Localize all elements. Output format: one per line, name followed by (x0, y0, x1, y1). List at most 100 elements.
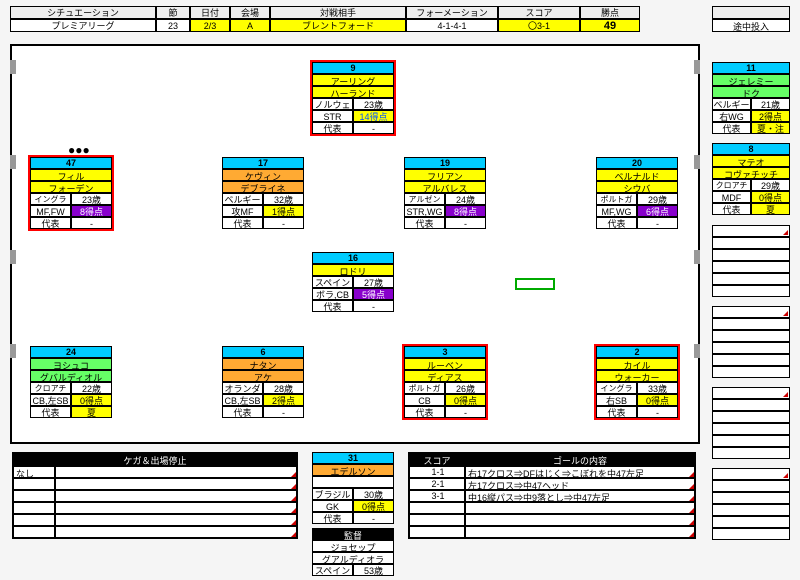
player-pos: 右WG (712, 110, 751, 122)
player-card-24[interactable]: 24 ヨシュコ グバルディオル クロアチア22歳 CB,左SB0得点 代表夏 (30, 346, 112, 418)
player-number: 11 (712, 62, 790, 74)
manager-name2: グアルディオラ (312, 552, 394, 564)
player-pos: STR (312, 110, 353, 122)
player-name1: アーリング (312, 74, 394, 86)
player-number: 17 (222, 157, 304, 169)
player-pos: CB,左SB (30, 394, 71, 406)
pitch-marker (694, 344, 700, 358)
player-number: 16 (312, 252, 394, 264)
goal-desc: 中16縦パス⇒中9落とし⇒中47左足 (465, 490, 695, 502)
player-nat: ブラジル (312, 488, 353, 500)
hval-venue: A (230, 19, 270, 32)
player-repv: 夏 (71, 406, 112, 418)
player-age: 33歳 (637, 382, 678, 394)
manager-age: 53歳 (353, 564, 394, 576)
player-card-17[interactable]: 17 ケヴィン デブライネ ベルギー32歳 攻MF1得点 代表- (222, 157, 304, 229)
hlabel-sec: 節 (156, 6, 190, 19)
player-age: 29歳 (751, 179, 790, 191)
player-card-47[interactable]: 47 フィル フォーデン イングランド23歳 MF,FW8得点 代表- (30, 157, 112, 229)
player-card-2[interactable]: 2 カイル ウォーカー イングランド33歳 右SB0得点 代表- (596, 346, 678, 418)
manager-name1: ジョセップ (312, 540, 394, 552)
player-pos: GK (312, 500, 353, 512)
player-goals: 8得点 (71, 205, 112, 217)
pitch-marker (10, 60, 16, 74)
player-repv: 夏 (751, 203, 790, 215)
player-card-6[interactable]: 6 ナタン アケ オランダ28歳 CB,左SB2得点 代表- (222, 346, 304, 418)
player-number: 19 (404, 157, 486, 169)
goals-table: スコア ゴールの内容 1-1右17クロス⇒DFはじく⇒こぼれを中47左足 2-1… (408, 452, 696, 539)
player-name1: カイル (596, 358, 678, 370)
header-row-values: プレミアリーグ 23 2/3 A ブレントフォード 4-1-4-1 〇3-1 4… (10, 19, 640, 32)
player-name1: ルーベン (404, 358, 486, 370)
player-goals: 2得点 (751, 110, 790, 122)
player-name1: ヨシュコ (30, 358, 112, 370)
goals-header-desc: ゴールの内容 (465, 453, 695, 466)
hlabel-score: スコア (498, 6, 580, 19)
player-name2: ウォーカー (596, 370, 678, 382)
pitch-marker (694, 155, 700, 169)
player-card-16[interactable]: 16 ロドリ スペイン27歳 ボラ,CB5得点 代表- (312, 252, 394, 312)
player-number: 31 (312, 452, 394, 464)
sub-card-11[interactable]: 11 ジェレミー ドク ベルギー21歳 右WG2得点 代表夏・注 (712, 62, 790, 134)
pitch-marker (10, 250, 16, 264)
sub-card-8[interactable]: 8 マテオ コヴァチッチ クロアチア29歳 MDF0得点 代表夏 (712, 143, 790, 215)
player-name1: フィル (30, 169, 112, 181)
player-card-20[interactable]: 20 ベルナルド シウバ ポルトガル29歳 MF,WG6得点 代表- (596, 157, 678, 229)
player-rep: 代表 (312, 122, 353, 134)
player-repv: - (353, 512, 394, 524)
player-goals: 8得点 (445, 205, 486, 217)
player-rep: 代表 (222, 217, 263, 229)
hval-situation: プレミアリーグ (10, 19, 156, 32)
player-card-19[interactable]: 19 フリアン アルバレス アルゼンチン24歳 STR,WG8得点 代表- (404, 157, 486, 229)
player-card-3[interactable]: 3 ルーベン ディアス ポルトガル26歳 CB0得点 代表- (404, 346, 486, 418)
player-nat: スペイン (312, 276, 353, 288)
player-nat: ポルトガル (404, 382, 445, 394)
hlabel-date: 日付 (190, 6, 230, 19)
player-name2: グバルディオル (30, 370, 112, 382)
player-repv: 夏・注 (751, 122, 790, 134)
player-rep: 代表 (222, 406, 263, 418)
player-goals: 14得点 (353, 110, 394, 122)
player-number: 6 (222, 346, 304, 358)
player-pos: CB,左SB (222, 394, 263, 406)
player-name1: フリアン (404, 169, 486, 181)
player-name1: ケヴィン (222, 169, 304, 181)
player-rep: 代表 (712, 122, 751, 134)
manager-box: 監督 ジョセップ グアルディオラ スペイン 53歳 (312, 528, 394, 576)
side-blank-2 (712, 306, 790, 378)
side-blank-3 (712, 387, 790, 459)
header-row-labels: シチュエーション 節 日付 会場 対戦相手 フォーメーション スコア 勝点 (10, 6, 640, 19)
player-nat: ポルトガル (596, 193, 637, 205)
player-rep: 代表 (312, 300, 353, 312)
selection-cursor[interactable] (515, 278, 555, 290)
manager-nat: スペイン (312, 564, 353, 576)
hval-date: 2/3 (190, 19, 230, 32)
player-number: 8 (712, 143, 790, 155)
hval-score: 〇3-1 (498, 19, 580, 32)
player-number: 24 (30, 346, 112, 358)
player-age: 32歳 (263, 193, 304, 205)
player-name2: ハーランド (312, 86, 394, 98)
hlabel-venue: 会場 (230, 6, 270, 19)
goal-score: 2-1 (409, 478, 465, 490)
hval-formation: 4-1-4-1 (406, 19, 498, 32)
player-age: 21歳 (751, 98, 790, 110)
player-number: 20 (596, 157, 678, 169)
goal-score: 3-1 (409, 490, 465, 502)
player-goals: 0得点 (751, 191, 790, 203)
manager-title: 監督 (312, 528, 394, 540)
player-number: 9 (312, 62, 394, 74)
goal-dots: ●●● (68, 143, 90, 157)
player-nat: イングランド (596, 382, 637, 394)
player-card-9[interactable]: 9 アーリング ハーランド ノルウェー23歳 STR14得点 代表- (312, 62, 394, 134)
player-card-31[interactable]: 31 エデルソン ブラジル30歳 GK0得点 代表- (312, 452, 394, 524)
player-name1: ナタン (222, 358, 304, 370)
player-name2: エデルソン (312, 464, 394, 476)
player-nat: クロアチア (712, 179, 751, 191)
hlabel-situation: シチュエーション (10, 6, 156, 19)
player-number: 3 (404, 346, 486, 358)
player-name2: フォーデン (30, 181, 112, 193)
injury-table: ケガ＆出場停止 なし (12, 452, 298, 539)
player-pos: CB (404, 394, 445, 406)
goal-score: 1-1 (409, 466, 465, 478)
